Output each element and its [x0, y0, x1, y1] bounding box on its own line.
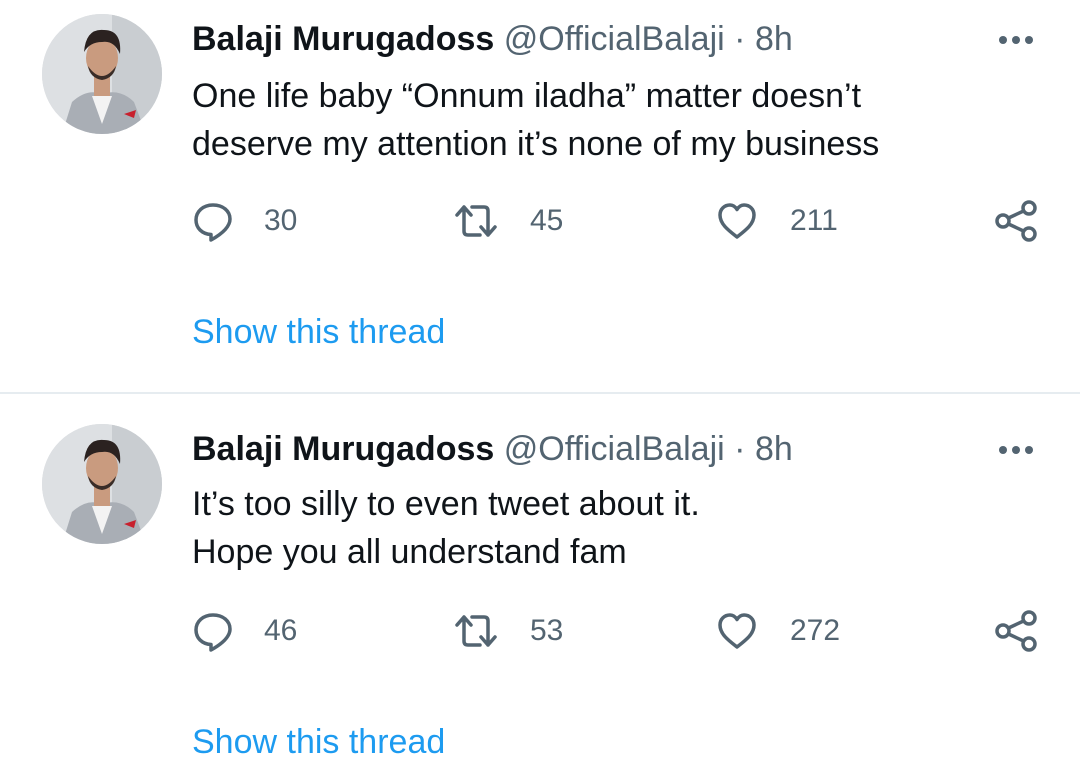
tweet-text-line: deserve my attention it’s none of my bus…	[192, 125, 880, 163]
like-count: 211	[790, 204, 838, 237]
avatar-image	[42, 14, 162, 134]
tweet-text-line: One life baby “Onnum iladha” matter does…	[192, 77, 862, 115]
action-bar: 46 53 272	[0, 606, 1080, 656]
retweet-count: 45	[530, 204, 564, 237]
more-options-icon[interactable]	[996, 440, 1036, 460]
avatar-image	[42, 424, 162, 544]
author-handle[interactable]: @OfficialBalaji	[504, 430, 725, 468]
author-handle[interactable]: @OfficialBalaji	[504, 20, 725, 58]
separator-dot: ·	[734, 430, 746, 468]
tweet-text-line: Hope you all understand fam	[192, 533, 627, 571]
author-name[interactable]: Balaji Murugadoss	[192, 430, 494, 468]
reply-button[interactable]: 30	[192, 196, 297, 246]
show-thread-link[interactable]: Show this thread	[192, 720, 445, 764]
retweet-icon	[455, 615, 497, 647]
action-bar: 30 45 211	[0, 196, 1080, 246]
tweet-header: Balaji Murugadoss @OfficialBalaji · 8h	[192, 428, 793, 470]
like-count: 272	[790, 614, 841, 647]
retweet-count: 53	[530, 614, 564, 647]
tweet-header: Balaji Murugadoss @OfficialBalaji · 8h	[192, 18, 793, 60]
share-button[interactable]	[994, 606, 1038, 656]
tweet-text: It’s too silly to even tweet about it. H…	[192, 480, 1052, 576]
retweet-button[interactable]: 45	[452, 196, 563, 246]
retweet-icon	[455, 205, 497, 237]
reply-count: 46	[264, 614, 298, 647]
separator-dot: ·	[734, 20, 746, 58]
share-button[interactable]	[994, 196, 1038, 246]
show-thread-link[interactable]: Show this thread	[192, 310, 445, 354]
tweet-text: One life baby “Onnum iladha” matter does…	[192, 72, 1052, 168]
heart-icon	[718, 203, 756, 239]
like-button[interactable]: 211	[716, 196, 838, 246]
tweet-text-line: It’s too silly to even tweet about it.	[192, 485, 700, 523]
reply-button[interactable]: 46	[192, 606, 297, 656]
author-name[interactable]: Balaji Murugadoss	[192, 20, 494, 58]
reply-icon	[194, 613, 232, 652]
share-icon	[995, 610, 1037, 652]
more-options-icon[interactable]	[996, 30, 1036, 50]
tweet-time[interactable]: 8h	[755, 20, 793, 58]
retweet-button[interactable]: 53	[452, 606, 563, 656]
reply-count: 30	[264, 204, 298, 237]
avatar[interactable]	[42, 14, 162, 134]
like-button[interactable]: 272	[716, 606, 840, 656]
tweet[interactable]: Balaji Murugadoss @OfficialBalaji · 8h O…	[0, 0, 1080, 392]
tweet[interactable]: Balaji Murugadoss @OfficialBalaji · 8h I…	[0, 394, 1080, 776]
avatar[interactable]	[42, 424, 162, 544]
reply-icon	[194, 203, 232, 242]
share-icon	[995, 200, 1037, 242]
heart-icon	[718, 613, 756, 649]
tweet-time[interactable]: 8h	[755, 430, 793, 468]
